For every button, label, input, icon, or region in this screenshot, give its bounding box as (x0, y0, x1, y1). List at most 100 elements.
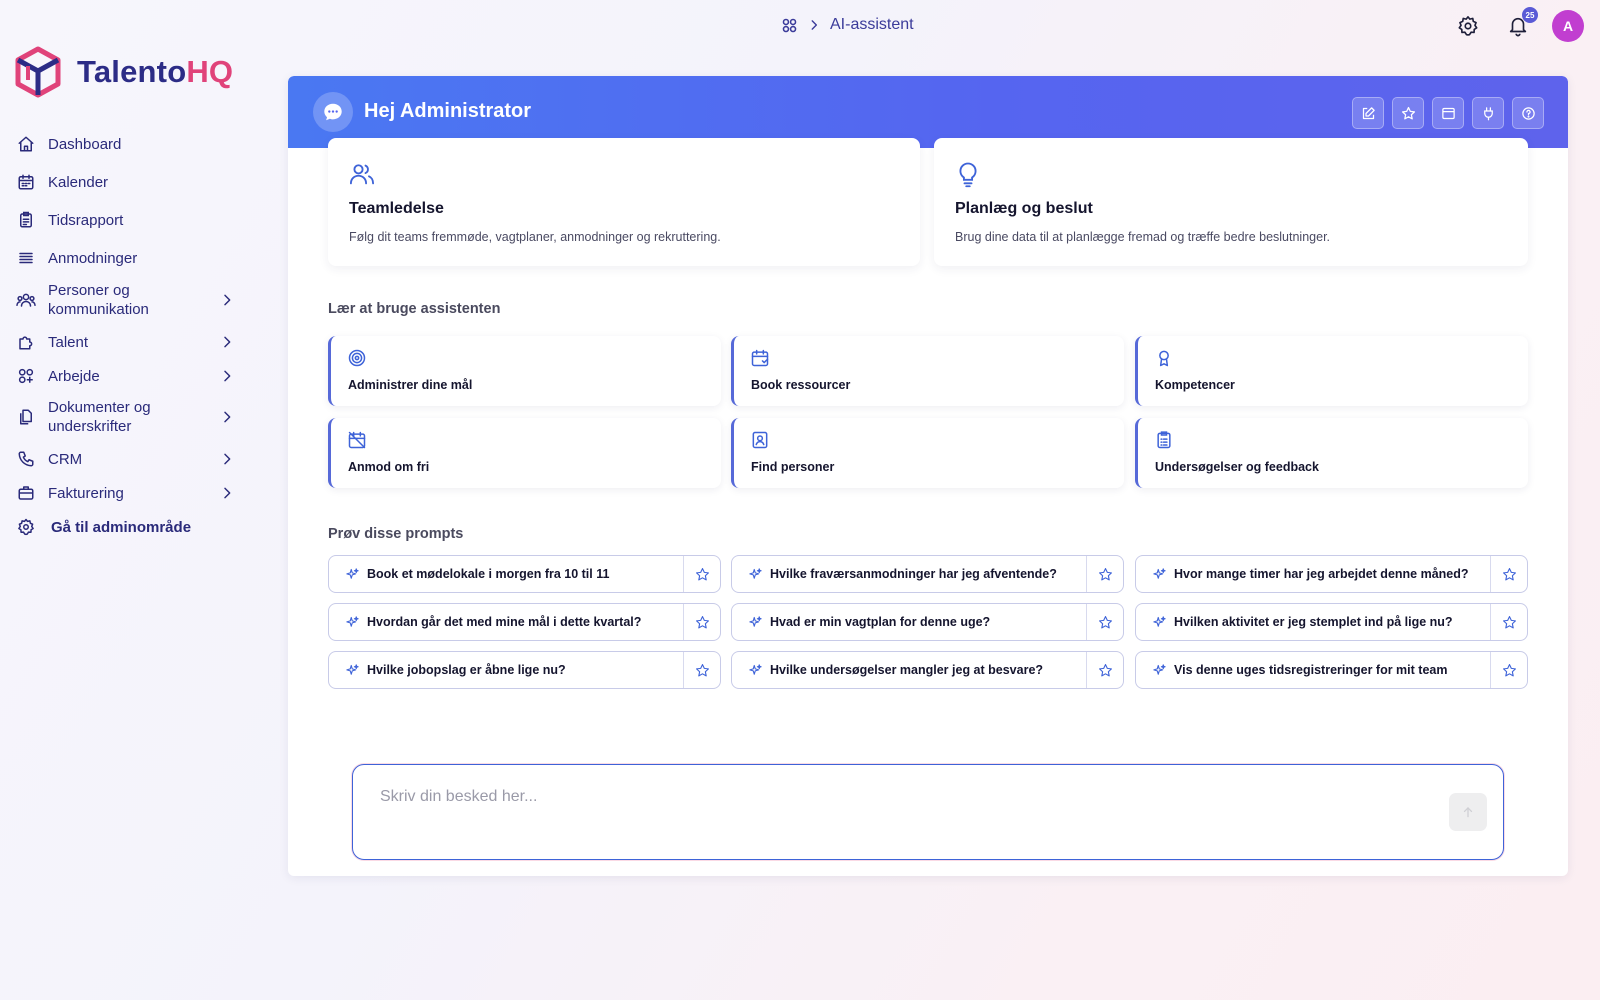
chevron-right-icon (807, 18, 821, 32)
calendar-check-icon (750, 348, 770, 368)
user-avatar[interactable]: A (1552, 10, 1584, 42)
assistant-greeting: Hej Administrator (364, 100, 532, 122)
sidebar-item-tidsrapport[interactable]: Tidsrapport (15, 209, 245, 231)
briefcase-icon (15, 482, 37, 504)
chevron-right-icon (219, 485, 235, 501)
favorite-prompt-button[interactable] (1086, 652, 1123, 688)
prompt-suggestion[interactable]: Hvilke undersøgelser mangler jeg at besv… (731, 651, 1124, 689)
favorite-prompt-button[interactable] (1086, 604, 1123, 640)
breadcrumb: AI-assistent (781, 16, 914, 34)
sparkle-icon (748, 663, 763, 678)
sidebar-item-crm[interactable]: CRM (15, 448, 245, 470)
learn-section-title: Lær at bruge assistenten (328, 301, 501, 317)
sidebar-item-label: Anmodninger (48, 249, 138, 267)
learn-card-book-ressourcer[interactable]: Book ressourcer (731, 336, 1124, 406)
send-button[interactable] (1449, 793, 1487, 831)
favorite-prompt-button[interactable] (683, 604, 720, 640)
learn-card-kompetencer[interactable]: Kompetencer (1135, 336, 1528, 406)
feature-title: Teamledelse (349, 200, 444, 217)
prompt-suggestion[interactable]: Vis denne uges tidsregistreringer for mi… (1135, 651, 1528, 689)
new-chat-button[interactable] (1352, 97, 1384, 129)
learn-card-undersogelser-og-feedback[interactable]: Undersøgelser og feedback (1135, 418, 1528, 488)
favorite-prompt-button[interactable] (1490, 652, 1527, 688)
prompt-suggestion[interactable]: Hvor mange timer har jeg arbejdet denne … (1135, 555, 1528, 593)
learn-card-label: Undersøgelser og feedback (1155, 460, 1319, 474)
message-input[interactable] (380, 785, 1410, 809)
sidebar-item-talent[interactable]: Talent (15, 331, 245, 353)
sparkle-icon (345, 663, 360, 678)
prompt-suggestion[interactable]: Hvilke fraværsanmodninger har jeg afvent… (731, 555, 1124, 593)
sparkle-icon (345, 615, 360, 630)
prompt-text: Hvilke jobopslag er åbne lige nu? (367, 663, 566, 677)
feature-description: Brug dine data til at planlægge fremad o… (955, 230, 1331, 244)
people-icon (15, 289, 37, 311)
plug-icon (1481, 106, 1496, 121)
grid-icon[interactable] (781, 17, 798, 34)
learn-card-label: Find personer (751, 460, 835, 474)
sparkle-icon (1152, 663, 1167, 678)
prompt-suggestion[interactable]: Book et mødelokale i morgen fra 10 til 1… (328, 555, 721, 593)
favorite-prompt-button[interactable] (1490, 604, 1527, 640)
prompt-suggestion[interactable]: Hvilke jobopslag er åbne lige nu? (328, 651, 721, 689)
target-icon (347, 348, 367, 368)
list-icon (15, 247, 37, 269)
prompt-suggestion[interactable]: Hvad er min vagtplan for denne uge? (731, 603, 1124, 641)
sidebar-item-arbejde[interactable]: Arbejde (15, 365, 245, 387)
sidebar-item-label: Personer og kommunikation (48, 282, 149, 318)
sidebar-item-fakturering[interactable]: Fakturering (15, 482, 245, 504)
sidebar-item-adminomrade[interactable]: Gå til adminområde (15, 516, 245, 538)
sidebar-item-dashboard[interactable]: Dashboard (15, 133, 245, 155)
sidebar-item-label: Tidsrapport (48, 211, 124, 229)
message-composer (352, 764, 1504, 860)
prompt-text: Hvilke undersøgelser mangler jeg at besv… (770, 663, 1044, 677)
timesheet-icon (15, 209, 37, 231)
favorite-prompt-button[interactable] (683, 556, 720, 592)
favorite-prompt-button[interactable] (1086, 556, 1123, 592)
window-button[interactable] (1432, 97, 1464, 129)
prompt-text: Hvordan går det med mine mål i dette kva… (367, 615, 642, 629)
prompt-suggestion[interactable]: Hvilken aktivitet er jeg stemplet ind på… (1135, 603, 1528, 641)
apps-icon (15, 365, 37, 387)
sidebar-item-personer-og-kommunikation[interactable]: Personer og kommunikation (15, 281, 245, 319)
sidebar-item-kalender[interactable]: Kalender (15, 171, 245, 193)
feature-card-teamledelse[interactable]: Teamledelse Følg dit teams fremmøde, vag… (328, 138, 920, 266)
star-icon (1401, 106, 1416, 121)
favorite-prompt-button[interactable] (683, 652, 720, 688)
sidebar-item-dokumenter-og-underskrifter[interactable]: Dokumenter og underskrifter (15, 398, 245, 436)
sparkle-icon (1152, 567, 1167, 582)
favorite-prompt-button[interactable] (1490, 556, 1527, 592)
prompt-text: Hvilke fraværsanmodninger har jeg afvent… (770, 567, 1057, 581)
notifications-button[interactable]: 25 (1502, 7, 1538, 42)
learn-card-administrer-dine-mal[interactable]: Administrer dine mål (328, 336, 721, 406)
documents-icon (15, 406, 37, 428)
star-icon (1098, 615, 1112, 628)
settings-button[interactable] (1452, 10, 1484, 42)
calendar-off-icon (347, 430, 367, 450)
help-button[interactable] (1512, 97, 1544, 129)
prompt-text: Hvor mange timer har jeg arbejdet denne … (1174, 567, 1469, 581)
lightbulb-icon (954, 160, 982, 188)
feature-description: Følg dit teams fremmøde, vagtplaner, anm… (349, 230, 721, 244)
feature-card-planlaeg-og-beslut[interactable]: Planlæg og beslut Brug dine data til at … (934, 138, 1528, 266)
arrow-up-icon (1461, 805, 1475, 819)
notification-count-badge: 25 (1522, 7, 1538, 23)
favorites-button[interactable] (1392, 97, 1424, 129)
prompt-text: Book et mødelokale i morgen fra 10 til 1… (367, 567, 610, 581)
gear-icon (1457, 15, 1479, 37)
sidebar-item-anmodninger[interactable]: Anmodninger (15, 247, 245, 269)
sidebar-item-label: Gå til adminområde (51, 518, 192, 536)
learn-card-label: Administrer dine mål (348, 378, 473, 392)
brand-logo[interactable]: TalentoHQ (15, 46, 233, 98)
prompt-suggestion[interactable]: Hvordan går det med mine mål i dette kva… (328, 603, 721, 641)
feature-title: Planlæg og beslut (955, 200, 1093, 217)
team-icon (348, 160, 376, 188)
learn-card-anmod-om-fri[interactable]: Anmod om fri (328, 418, 721, 488)
integrations-button[interactable] (1472, 97, 1504, 129)
sidebar-item-label: Dokumenter og underskrifter (48, 399, 151, 435)
chevron-right-icon (219, 334, 235, 350)
breadcrumb-current: AI-assistent (830, 16, 914, 33)
chevron-right-icon (219, 409, 235, 425)
learn-card-find-personer[interactable]: Find personer (731, 418, 1124, 488)
learn-card-label: Kompetencer (1155, 378, 1235, 392)
chat-bubble-icon (313, 92, 353, 132)
